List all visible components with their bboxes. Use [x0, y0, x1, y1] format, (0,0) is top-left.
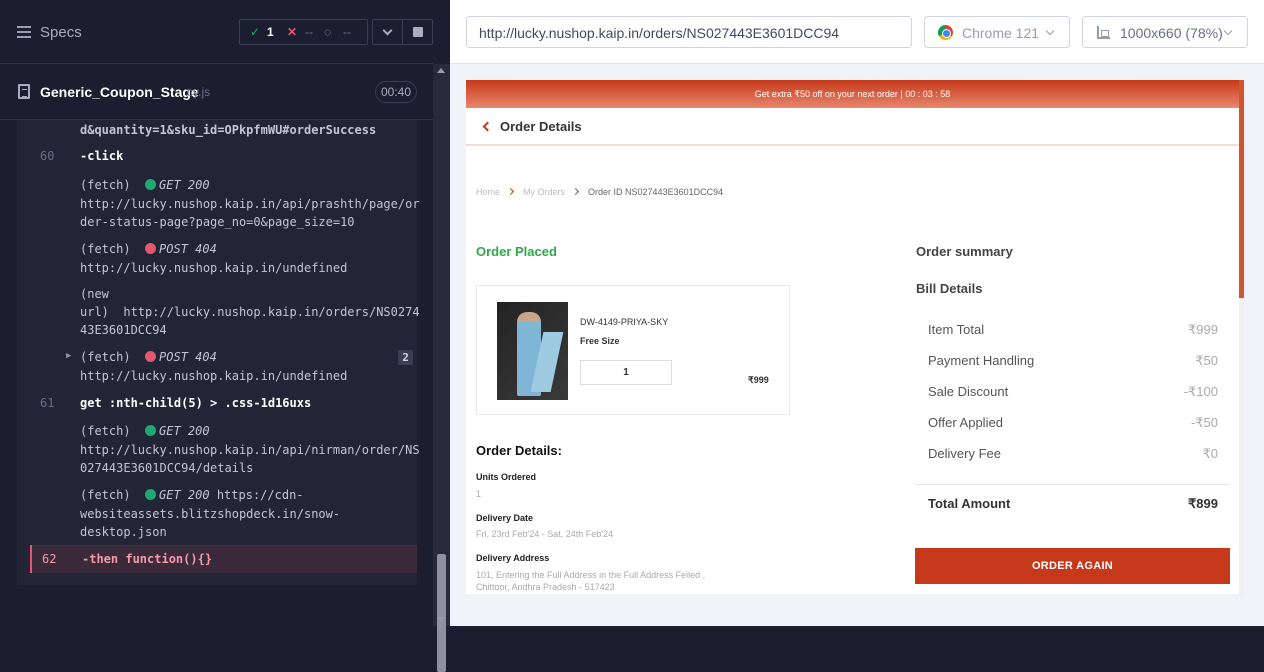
stop-icon [413, 27, 423, 37]
product-price: ₹999 [748, 375, 769, 385]
bill-details-title: Bill Details [916, 281, 983, 296]
chevron-down-icon [382, 25, 393, 36]
command-log: d&quantity=1&sku_id=OPkpfmWU#orderSucces… [0, 120, 433, 585]
log-fetch-3[interactable]: (fetch) POST 404 [80, 348, 217, 366]
test-stats: ✓ 1 ✕ -- ◌ -- [239, 19, 368, 45]
scrollbar-thumb[interactable] [1239, 80, 1244, 298]
expand-caret-icon[interactable]: ▶ [66, 351, 71, 361]
units-value: 1 [476, 489, 482, 499]
command-then-active[interactable]: 62 -then function(){} [30, 545, 417, 573]
browser-toolbar: http://lucky.nushop.kaip.in/orders/NS027… [450, 0, 1264, 64]
quantity-box: 1 [580, 360, 672, 385]
line-number: 60 [40, 149, 55, 163]
passed-count: 1 [267, 25, 274, 39]
bill-row: Sale Discount -₹100 [928, 384, 1218, 399]
app-preview-panel: http://lucky.nushop.kaip.in/orders/NS027… [450, 0, 1264, 626]
page-header: Order Details [466, 108, 1239, 146]
spec-file-name[interactable]: Generic_Coupon_Stage [40, 84, 199, 100]
delivery-address-label: Delivery Address [476, 553, 550, 563]
spec-file-ext: cy.js [187, 85, 211, 99]
spec-file-header: Generic_Coupon_Stage cy.js 00:40 [0, 64, 433, 120]
app-frame: Get extra ₹50 off on your next order | 0… [466, 80, 1244, 594]
order-summary-title: Order summary [916, 244, 1013, 259]
status-success-icon [145, 425, 157, 436]
divider [916, 484, 1230, 485]
log-fetch-5-url: websiteassets.blitzshopdeck.in/snow- des… [80, 507, 341, 539]
log-fetch-1[interactable]: (fetch) GET 200 [80, 176, 210, 194]
browser-select[interactable]: Chrome 121 [924, 16, 1070, 48]
units-label: Units Ordered [476, 472, 537, 482]
promo-banner: Get extra ₹50 off on your next order | 0… [466, 80, 1239, 108]
chevron-right-icon [571, 187, 580, 196]
product-card: DW-4149-PRIYA-SKY Free Size 1 ₹999 [476, 285, 790, 415]
product-size: Free Size [580, 336, 620, 346]
breadcrumb: Home My Orders Order ID NS027443E3601DCC94 [476, 187, 723, 197]
log-fetch-4-url: http://lucky.nushop.kaip.in/api/nirman/o… [80, 443, 420, 475]
order-again-button[interactable]: ORDER AGAIN [915, 548, 1230, 584]
specs-menu-icon[interactable] [17, 26, 31, 38]
browser-name: Chrome 121 [962, 25, 1040, 41]
back-arrow-icon[interactable] [482, 121, 493, 132]
page-title: Order Details [500, 119, 582, 134]
log-fetch-5[interactable]: (fetch) GET 200 https://cdn- [80, 486, 304, 504]
bill-row: Delivery Fee ₹0 [928, 446, 1218, 461]
viewport-size: 1000x660 (78%) [1120, 25, 1223, 41]
pending-count: -- [343, 25, 351, 39]
log-fetch-2-url: http://lucky.nushop.kaip.in/undefined [80, 261, 348, 275]
log-line: d&quantity=1&sku_id=OPkpfmWU#orderSucces… [80, 123, 377, 137]
status-error-icon [145, 351, 157, 362]
bill-row: Offer Applied -₹50 [928, 415, 1218, 430]
document-icon [18, 84, 30, 99]
viewport-select[interactable]: 1000x660 (78%) [1082, 16, 1248, 48]
specs-bar: Specs ✓ 1 ✕ -- ◌ -- [0, 0, 433, 64]
run-duration: 00:40 [375, 81, 417, 103]
chevron-down-icon [1045, 26, 1055, 36]
repeat-count-badge: 2 [398, 350, 413, 365]
chevron-down-icon [1223, 26, 1233, 36]
app-scrollbar[interactable] [1239, 80, 1244, 594]
log-new-url[interactable]: (new url) http://lucky.nushop.kaip.in/or… [80, 285, 420, 339]
delivery-address-value: 101, Entering the Full Address in the Fu… [476, 570, 706, 592]
breadcrumb-home[interactable]: Home [476, 187, 500, 197]
url-bar[interactable]: http://lucky.nushop.kaip.in/orders/NS027… [466, 16, 912, 48]
log-fetch-4[interactable]: (fetch) GET 200 [80, 422, 210, 440]
command-then: -then function(){} [82, 552, 213, 566]
viewport-icon [1097, 26, 1110, 39]
breadcrumb-orders[interactable]: My Orders [523, 187, 565, 197]
log-fetch-2[interactable]: (fetch) POST 404 [80, 240, 217, 258]
command-log-scrollbar[interactable] [433, 64, 450, 672]
stop-button[interactable] [402, 19, 433, 45]
chrome-icon [938, 25, 953, 40]
status-success-icon [145, 179, 157, 190]
line-number: 61 [40, 396, 55, 410]
command-get[interactable]: get :nth-child(5) > .css-1d16uxs [80, 396, 311, 410]
order-status: Order Placed [476, 244, 557, 259]
status-success-icon [145, 489, 157, 500]
bill-row: Payment Handling ₹50 [928, 353, 1218, 368]
scrollbar-thumb[interactable] [437, 554, 446, 672]
delivery-date-label: Delivery Date [476, 513, 534, 523]
pending-icon: ◌ [324, 25, 332, 39]
x-icon: ✕ [287, 25, 298, 39]
specs-title[interactable]: Specs [40, 24, 82, 41]
total-amount-row: Total Amount ₹899 [928, 496, 1218, 511]
line-number: 62 [42, 552, 57, 566]
cypress-runner-panel: Specs ✓ 1 ✕ -- ◌ -- Generic_Coupon_Stage… [0, 0, 433, 626]
product-sku: DW-4149-PRIYA-SKY [580, 317, 669, 327]
collapse-button[interactable] [372, 19, 403, 45]
order-details-title: Order Details: [476, 443, 562, 458]
failed-count: -- [305, 25, 313, 39]
command-click[interactable]: -click [80, 149, 123, 163]
log-fetch-3-url: http://lucky.nushop.kaip.in/undefined [80, 369, 348, 383]
bill-row: Item Total ₹999 [928, 322, 1218, 337]
status-error-icon [145, 243, 157, 254]
log-fetch-1-url: http://lucky.nushop.kaip.in/api/prashth/… [80, 197, 420, 229]
delivery-date-value: Fri, 23rd Feb'24 - Sat, 24th Feb'24 [476, 529, 614, 539]
chevron-right-icon [506, 187, 515, 196]
breadcrumb-current: Order ID NS027443E3601DCC94 [588, 187, 724, 197]
product-image[interactable] [497, 302, 568, 400]
check-icon: ✓ [250, 25, 261, 39]
